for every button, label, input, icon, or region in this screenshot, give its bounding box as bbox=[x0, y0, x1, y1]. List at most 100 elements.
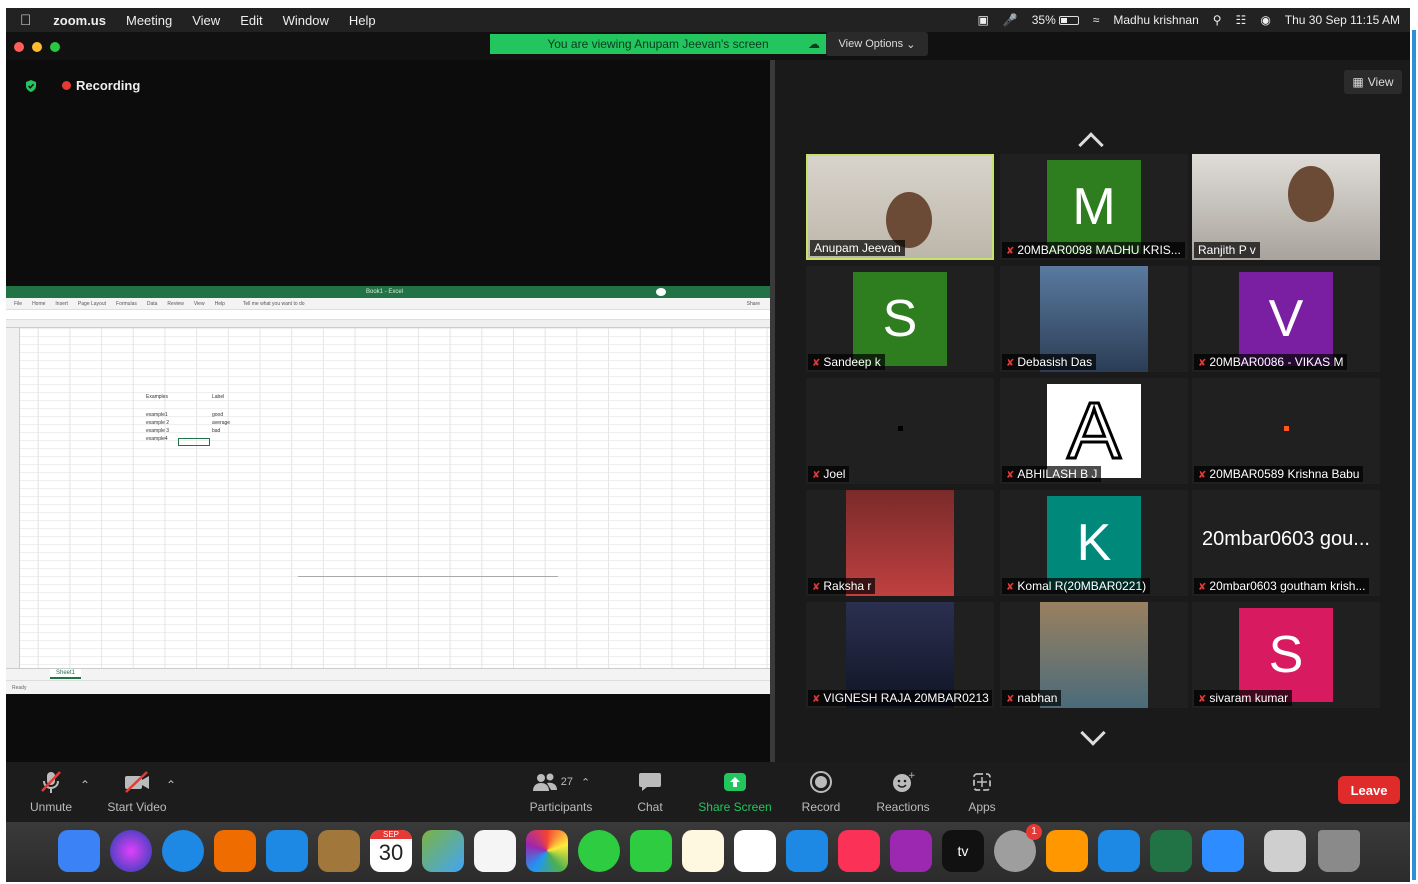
close-window-button[interactable] bbox=[14, 42, 24, 52]
apps-button[interactable]: Apps bbox=[962, 768, 1002, 814]
participant-name-text: Komal R(20MBAR0221) bbox=[1017, 579, 1147, 593]
participants-caret-icon[interactable]: ⌃ bbox=[581, 776, 590, 789]
ribbon-file[interactable]: File bbox=[14, 301, 22, 307]
cell-good[interactable]: good bbox=[212, 412, 223, 418]
control-center-icon[interactable]: ☷ bbox=[1236, 13, 1247, 27]
selected-cell[interactable] bbox=[178, 438, 210, 446]
menu-window[interactable]: Window bbox=[273, 13, 339, 28]
participant-tile[interactable]: ✘ nabhan bbox=[1000, 602, 1188, 708]
keynote-icon[interactable] bbox=[786, 830, 828, 872]
maps-icon[interactable] bbox=[422, 830, 464, 872]
apple-menu-icon[interactable]:  bbox=[6, 12, 43, 29]
ribbon-review[interactable]: Review bbox=[167, 301, 183, 307]
audio-options-caret-icon[interactable]: ⌃ bbox=[78, 778, 92, 792]
finder-icon[interactable] bbox=[58, 830, 100, 872]
menu-edit[interactable]: Edit bbox=[230, 13, 272, 28]
cell-example3[interactable]: example 3 bbox=[146, 428, 169, 434]
books-icon[interactable] bbox=[1046, 830, 1088, 872]
sheet-tab[interactable]: Sheet1 bbox=[50, 669, 82, 679]
video-options-caret-icon[interactable]: ⌃ bbox=[164, 778, 178, 792]
trash-icon[interactable] bbox=[1318, 830, 1360, 872]
wifi-icon[interactable]: ≈ bbox=[1093, 13, 1100, 27]
siri-icon[interactable]: ◉ bbox=[1260, 13, 1270, 27]
participants-button[interactable]: 27 ⌃ Participants bbox=[516, 768, 606, 814]
record-button[interactable]: Record bbox=[796, 768, 846, 814]
ribbon-data[interactable]: Data bbox=[147, 301, 158, 307]
cell-bad[interactable]: bad bbox=[212, 428, 220, 434]
ribbon-page-layout[interactable]: Page Layout bbox=[78, 301, 106, 307]
participant-tile[interactable]: A ✘ ABHILASH B J bbox=[1000, 378, 1188, 484]
participant-tile[interactable]: K ✘ Komal R(20MBAR0221) bbox=[1000, 490, 1188, 596]
zoom-icon[interactable] bbox=[1202, 830, 1244, 872]
participant-tile[interactable]: S ✘ Sandeep k bbox=[806, 266, 994, 372]
apple-tv-icon[interactable]: tv bbox=[942, 830, 984, 872]
participant-tile[interactable]: Anupam Jeevan bbox=[806, 154, 994, 260]
leave-button[interactable]: Leave bbox=[1338, 776, 1400, 804]
ribbon-view[interactable]: View bbox=[194, 301, 205, 307]
contacts-icon[interactable] bbox=[318, 830, 360, 872]
cell-example2[interactable]: example 2 bbox=[146, 420, 169, 426]
system-preferences-icon[interactable]: 1 bbox=[994, 824, 1042, 872]
podcasts-icon[interactable] bbox=[890, 830, 932, 872]
menu-meeting[interactable]: Meeting bbox=[116, 13, 182, 28]
cell-example1[interactable]: example1 bbox=[146, 412, 168, 418]
reactions-button[interactable]: + Reactions bbox=[872, 768, 934, 814]
zoom-window-button[interactable] bbox=[50, 42, 60, 52]
view-label: View bbox=[1367, 75, 1394, 89]
spotlight-search-icon[interactable]: ⚲ bbox=[1213, 13, 1222, 27]
excel-formula-bar[interactable] bbox=[6, 310, 770, 320]
menu-app-name[interactable]: zoom.us bbox=[43, 13, 116, 28]
view-options-button[interactable]: View Options ⌄ bbox=[826, 32, 928, 56]
participant-tile[interactable]: V ✘ 20MBAR0086 - VIKAS M bbox=[1192, 266, 1380, 372]
excel-grid[interactable] bbox=[6, 328, 770, 668]
cell-example4[interactable]: example4 bbox=[146, 436, 168, 442]
pages-icon[interactable] bbox=[682, 830, 724, 872]
safari-icon[interactable] bbox=[162, 830, 204, 872]
ribbon-insert[interactable]: Insert bbox=[55, 301, 68, 307]
mic-status-icon[interactable]: 🎤 bbox=[1003, 13, 1018, 27]
photos-icon[interactable] bbox=[526, 830, 568, 872]
app-store-icon[interactable] bbox=[1098, 830, 1140, 872]
share-screen-button[interactable]: Share Screen bbox=[696, 768, 774, 814]
participant-tile[interactable]: ✘ 20MBAR0589 Krishna Babu bbox=[1192, 378, 1380, 484]
participant-tile[interactable]: ✘ Debasish Das bbox=[1000, 266, 1188, 372]
downloads-stack-icon[interactable] bbox=[1264, 830, 1306, 872]
ribbon-help[interactable]: Help bbox=[215, 301, 225, 307]
participant-tile[interactable]: ✘ Joel bbox=[806, 378, 994, 484]
facetime-icon[interactable] bbox=[630, 830, 672, 872]
menu-view[interactable]: View bbox=[182, 13, 230, 28]
start-video-button[interactable]: Start Video bbox=[104, 768, 170, 814]
cell-examples-header[interactable]: Examples bbox=[146, 394, 168, 400]
menubar-clock[interactable]: Thu 30 Sep 11:15 AM bbox=[1285, 13, 1400, 27]
mail-icon[interactable] bbox=[266, 830, 308, 872]
participant-tile[interactable]: ✘ Raksha r bbox=[806, 490, 994, 596]
participant-tile[interactable]: Ranjith P v bbox=[1192, 154, 1380, 260]
participant-tile[interactable]: ✘ VIGNESH RAJA 20MBAR0213 bbox=[806, 602, 994, 708]
music-icon[interactable] bbox=[838, 830, 880, 872]
chat-button[interactable]: Chat bbox=[628, 768, 672, 814]
menu-help[interactable]: Help bbox=[339, 13, 386, 28]
messages-icon[interactable] bbox=[578, 830, 620, 872]
launchpad-icon[interactable] bbox=[214, 830, 256, 872]
ribbon-formulas[interactable]: Formulas bbox=[116, 301, 137, 307]
calendar-icon[interactable]: SEP 30 bbox=[370, 830, 412, 872]
reminders-icon[interactable] bbox=[474, 830, 516, 872]
ribbon-home[interactable]: Home bbox=[32, 301, 45, 307]
cell-average[interactable]: average bbox=[212, 420, 230, 426]
numbers-icon[interactable] bbox=[734, 830, 776, 872]
tell-me-box[interactable]: Tell me what you want to do bbox=[243, 301, 305, 307]
siri-dock-icon[interactable] bbox=[110, 830, 152, 872]
participant-tile[interactable]: S ✘ sivaram kumar bbox=[1192, 602, 1380, 708]
menubar-user[interactable]: Madhu krishnan bbox=[1113, 13, 1198, 27]
screen-share-status-icon[interactable]: ▣ bbox=[977, 13, 988, 27]
participant-tile[interactable]: 20mbar0603 gou... ✘ 20mbar0603 goutham kri… bbox=[1192, 490, 1380, 596]
excel-share-button[interactable]: Share bbox=[747, 301, 760, 307]
minimize-window-button[interactable] bbox=[32, 42, 42, 52]
view-button[interactable]: ▦ View bbox=[1344, 70, 1402, 94]
unmute-button[interactable]: Unmute bbox=[26, 768, 76, 814]
cell-label-header[interactable]: Label bbox=[212, 394, 224, 400]
recording-indicator[interactable]: Recording bbox=[24, 78, 140, 93]
excel-icon[interactable] bbox=[1150, 830, 1192, 872]
battery-status[interactable]: 35% bbox=[1032, 13, 1079, 27]
participant-tile[interactable]: M ✘ 20MBAR0098 MADHU KRIS... bbox=[1000, 154, 1188, 260]
